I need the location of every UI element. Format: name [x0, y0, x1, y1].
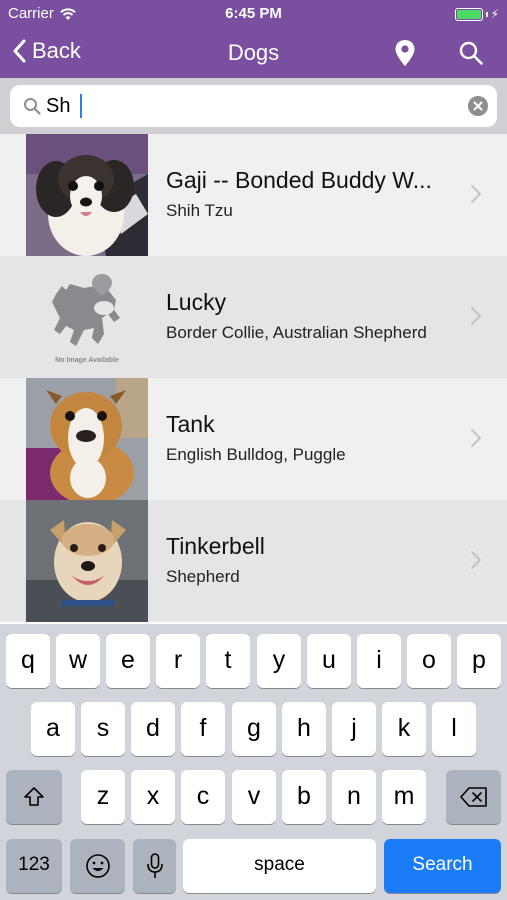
dog-photo [26, 134, 148, 256]
search-input[interactable] [46, 91, 456, 121]
dog-name: Tank [166, 411, 215, 437]
map-pin-icon[interactable] [393, 39, 417, 67]
shift-key[interactable] [6, 770, 62, 824]
dog-name: Tinkerbell [166, 533, 265, 559]
chevron-right-icon [471, 429, 481, 447]
microphone-icon [146, 853, 163, 879]
key-e[interactable]: e [106, 634, 150, 688]
key-d[interactable]: d [131, 702, 175, 756]
delete-icon [459, 787, 487, 808]
list-item[interactable]: Tank English Bulldog, Puggle [0, 378, 507, 500]
chevron-right-icon [471, 307, 481, 325]
text-cursor [80, 94, 82, 118]
key-b[interactable]: b [282, 770, 326, 824]
key-z[interactable]: z [81, 770, 125, 824]
keyboard: q w e r t y u i o p a s d f g h j k l z … [0, 624, 507, 900]
key-g[interactable]: g [232, 702, 276, 756]
key-c[interactable]: c [181, 770, 225, 824]
key-t[interactable]: t [206, 634, 250, 688]
clock: 6:45 PM [225, 5, 282, 22]
back-button[interactable]: Back [12, 38, 81, 64]
key-n[interactable]: n [332, 770, 376, 824]
delete-key[interactable] [446, 770, 501, 824]
dog-breed: English Bulldog, Puggle [166, 445, 346, 464]
search-key[interactable]: Search [384, 839, 501, 893]
no-image-placeholder: No Image Available [26, 256, 148, 378]
dictation-key[interactable] [133, 839, 176, 893]
back-chevron-icon [13, 39, 26, 63]
list-item[interactable]: Gaji -- Bonded Buddy W... Shih Tzu [0, 134, 507, 256]
search-icon[interactable] [458, 40, 484, 66]
list-item[interactable]: Tinkerbell Shepherd [0, 500, 507, 622]
space-key[interactable]: space [183, 839, 376, 893]
dog-breed: Shepherd [166, 567, 240, 586]
emoji-key[interactable] [70, 839, 125, 893]
key-a[interactable]: a [31, 702, 75, 756]
chevron-right-icon [471, 551, 481, 569]
clear-icon[interactable] [468, 96, 488, 116]
key-w[interactable]: w [56, 634, 100, 688]
dog-photo [26, 378, 148, 500]
numbers-key[interactable]: 123 [6, 839, 62, 893]
emoji-icon [85, 854, 110, 879]
navigation-bar: Back Dogs [0, 28, 507, 78]
dog-name: Lucky [166, 289, 227, 315]
key-p[interactable]: p [457, 634, 501, 688]
list-item[interactable]: No Image Available Lucky Border Collie, … [0, 256, 507, 378]
key-m[interactable]: m [382, 770, 426, 824]
results-list: Gaji -- Bonded Buddy W... Shih Tzu No Im… [0, 134, 507, 624]
key-i[interactable]: i [357, 634, 401, 688]
key-k[interactable]: k [382, 702, 426, 756]
chevron-right-icon [471, 185, 481, 203]
key-u[interactable]: u [307, 634, 351, 688]
search-field[interactable] [10, 85, 497, 127]
key-q[interactable]: q [6, 634, 50, 688]
placeholder-caption: No Image Available [55, 357, 119, 364]
shift-icon [24, 787, 44, 807]
battery-icon: ⚡ [454, 7, 499, 21]
key-l[interactable]: l [432, 702, 476, 756]
dog-photo [26, 500, 148, 622]
charging-bolt-icon: ⚡ [490, 7, 499, 21]
key-s[interactable]: s [81, 702, 125, 756]
battery-fill [456, 9, 481, 19]
dog-name: Gaji -- Bonded Buddy W... [166, 167, 432, 193]
key-f[interactable]: f [181, 702, 225, 756]
search-bar [0, 78, 507, 134]
back-label: Back [32, 38, 81, 63]
dog-breed: Border Collie, Australian Shepherd [166, 323, 427, 342]
dog-breed: Shih Tzu [166, 201, 233, 220]
key-x[interactable]: x [131, 770, 175, 824]
key-y[interactable]: y [257, 634, 301, 688]
key-j[interactable]: j [332, 702, 376, 756]
magnifier-icon [24, 98, 41, 115]
key-v[interactable]: v [232, 770, 276, 824]
status-bar: Carrier 6:45 PM ⚡ [0, 0, 507, 28]
key-h[interactable]: h [282, 702, 326, 756]
key-r[interactable]: r [156, 634, 200, 688]
key-o[interactable]: o [407, 634, 451, 688]
